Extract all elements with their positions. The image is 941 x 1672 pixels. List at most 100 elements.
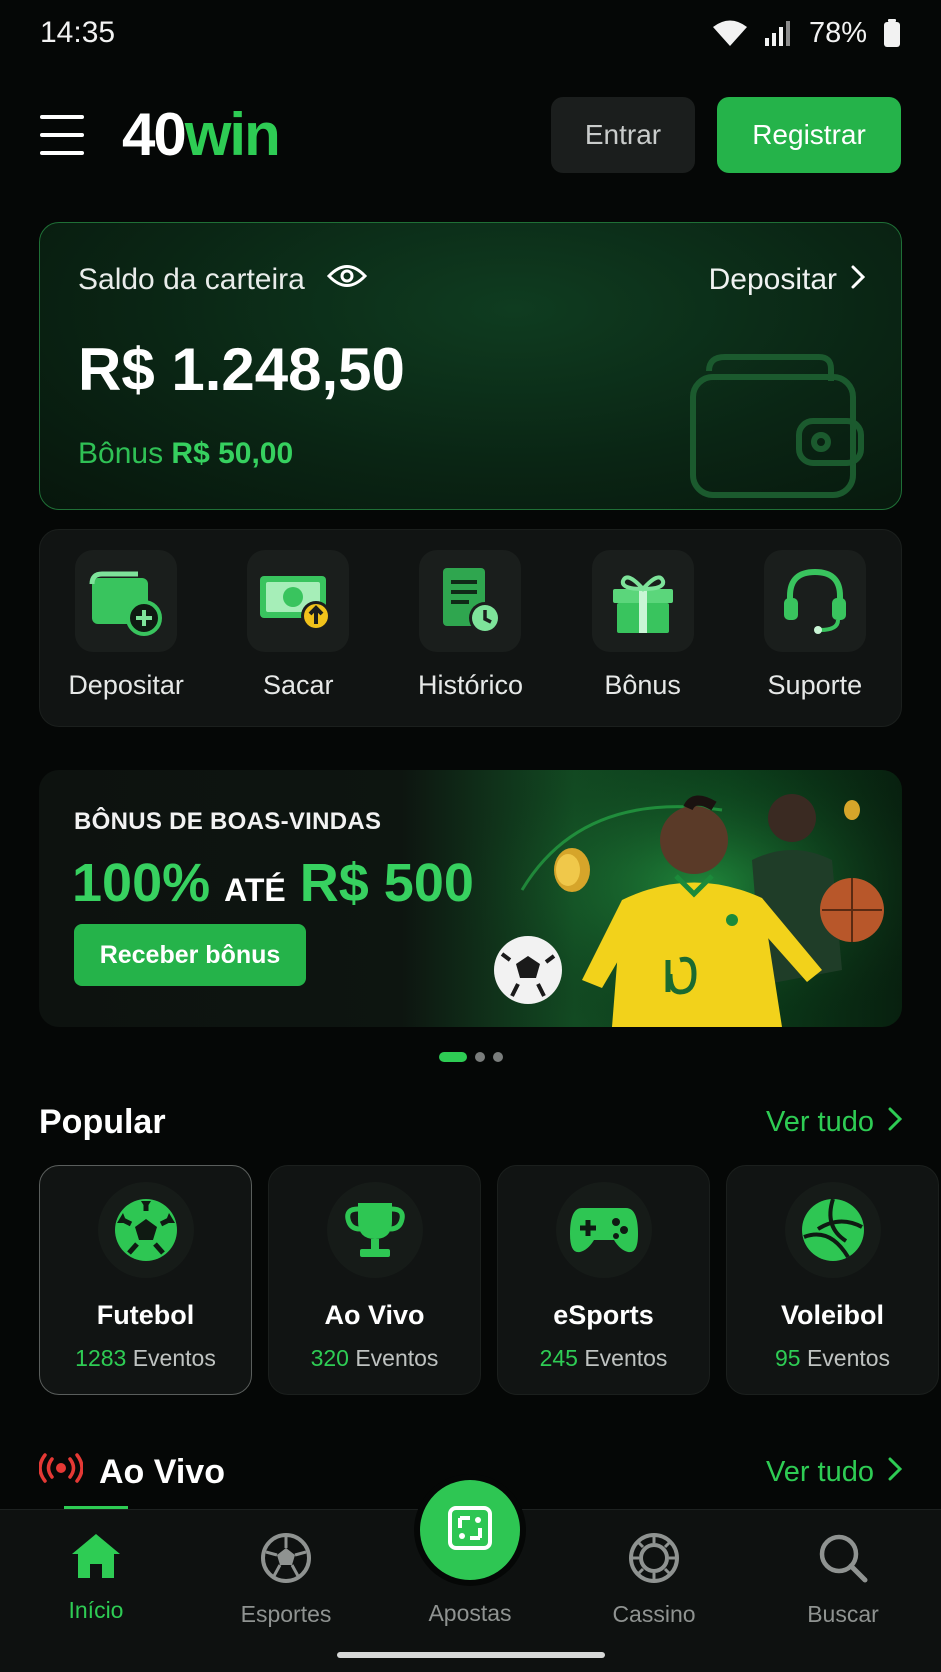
nav-home-label: Início — [68, 1597, 124, 1623]
chevron-right-icon — [888, 1106, 903, 1139]
claim-bonus-button[interactable]: Receber bônus — [74, 924, 306, 986]
cash-withdraw-icon — [247, 550, 350, 652]
soccer-ball-icon — [260, 1532, 312, 1589]
sport-card-voleibol[interactable]: Voleibol 95 Eventos — [726, 1165, 939, 1395]
battery-level: 78% — [808, 16, 867, 49]
nav-bets-button[interactable] — [420, 1480, 520, 1580]
popular-see-all-label: Ver tudo — [765, 1105, 874, 1138]
action-history[interactable]: Histórico — [390, 550, 550, 701]
register-button[interactable]: Registrar — [717, 97, 901, 173]
promo-athletes-image — [462, 770, 902, 1027]
trophy-icon — [326, 1182, 423, 1278]
wallet-watermark-icon — [679, 351, 869, 506]
home-indicator — [337, 1652, 605, 1658]
action-withdraw-label: Sacar — [263, 670, 334, 700]
nav-search-label: Buscar — [807, 1601, 879, 1627]
popular-header: Popular Ver tudo — [39, 1100, 903, 1144]
sport-card-esports[interactable]: eSports 245 Eventos — [497, 1165, 710, 1395]
action-withdraw[interactable]: Sacar — [218, 550, 378, 701]
wallet-deposit-link[interactable]: Depositar — [708, 263, 866, 297]
logo-word: win — [184, 101, 281, 168]
promo-percent: 100% — [72, 853, 211, 913]
wallet-balance: R$ 1.248,50 — [78, 336, 405, 403]
sport-name: Voleibol — [780, 1300, 884, 1330]
promo-ate: ATÉ — [224, 872, 286, 908]
sport-card-ao-vivo[interactable]: Ao Vivo 320 Eventos — [268, 1165, 481, 1395]
nav-search[interactable]: Buscar — [778, 1532, 908, 1628]
status-bar: 14:35 78% — [0, 0, 941, 66]
action-support-label: Suporte — [767, 670, 863, 700]
eye-icon[interactable] — [326, 263, 367, 297]
wallet-bonus-value: R$ 50,00 — [171, 437, 294, 470]
nav-bets-label: Apostas — [428, 1600, 512, 1626]
action-bonus-label: Bônus — [604, 670, 681, 700]
action-bonus[interactable]: Bônus — [563, 550, 723, 701]
promo-banner[interactable]: BÔNUS DE BOAS-VINDAS 100% ATÉ R$ 500 Rec… — [39, 770, 902, 1027]
wallet-card: Saldo da carteira Depositar R$ 1.248,50 … — [39, 222, 902, 510]
status-time: 14:35 — [40, 16, 116, 49]
nav-casino-label: Cassino — [612, 1601, 696, 1627]
action-history-label: Histórico — [417, 670, 523, 700]
chevron-right-icon — [851, 263, 866, 297]
sport-card-futebol[interactable]: Futebol 1283 Eventos — [39, 1165, 252, 1395]
carousel-dot-1[interactable] — [438, 1052, 467, 1062]
headset-icon — [763, 550, 866, 652]
popular-see-all-link[interactable]: Ver tudo — [765, 1105, 903, 1139]
carousel-dot-3[interactable] — [492, 1052, 503, 1062]
wallet-deposit-label: Depositar — [708, 263, 837, 296]
sport-events-count: 320 Eventos — [310, 1345, 439, 1371]
live-see-all-label: Ver tudo — [765, 1455, 874, 1488]
promo-kicker: BÔNUS DE BOAS-VINDAS — [74, 808, 382, 835]
wallet-plus-icon — [75, 550, 178, 652]
live-title-row: Ao Vivo — [38, 1452, 225, 1492]
live-title: Ao Vivo — [99, 1452, 225, 1491]
gamepad-icon — [555, 1182, 652, 1278]
history-icon — [419, 550, 522, 652]
wallet-bonus: Bônus R$ 50,00 — [78, 437, 293, 471]
promo-headline: 100% ATÉ R$ 500 — [72, 852, 474, 914]
logo-number: 40 — [122, 101, 187, 168]
app-header: 40 win Entrar Registrar — [40, 96, 901, 174]
nav-sports[interactable]: Esportes — [221, 1532, 351, 1628]
search-icon — [817, 1532, 869, 1589]
sport-name: Futebol — [96, 1300, 195, 1330]
nav-sports-label: Esportes — [240, 1601, 332, 1627]
nav-casino[interactable]: Cassino — [589, 1532, 719, 1628]
bottom-navigation: Início Esportes Apostas Cassino Buscar — [0, 1480, 941, 1672]
carousel-dots — [0, 1052, 941, 1062]
wallet-label: Saldo da carteira — [78, 263, 305, 296]
chevron-right-icon — [888, 1456, 903, 1489]
sport-events-count: 1283 Eventos — [75, 1345, 216, 1371]
home-icon — [70, 1532, 122, 1585]
wallet-bonus-label: Bônus — [78, 437, 164, 470]
hamburger-menu-icon[interactable] — [40, 115, 84, 155]
action-support[interactable]: Suporte — [735, 550, 895, 701]
sport-name: Ao Vivo — [324, 1300, 425, 1330]
action-deposit-label: Depositar — [68, 670, 184, 700]
login-button[interactable]: Entrar — [551, 97, 695, 173]
status-icons: 78% — [712, 16, 901, 50]
wallet-label-row: Saldo da carteira — [78, 263, 367, 297]
action-deposit[interactable]: Depositar — [46, 550, 206, 701]
gift-icon — [591, 550, 694, 652]
brand-logo[interactable]: 40 win — [122, 101, 281, 168]
promo-amount: R$ 500 — [299, 853, 474, 913]
carousel-dot-2[interactable] — [474, 1052, 485, 1062]
wifi-icon — [712, 20, 747, 46]
quick-actions: Depositar Sacar Histórico Bônus Suporte — [39, 529, 902, 727]
battery-icon — [883, 19, 901, 47]
nav-home[interactable]: Início — [31, 1532, 161, 1624]
sport-events-count: 95 Eventos — [774, 1345, 891, 1371]
volleyball-icon — [784, 1182, 881, 1278]
casino-chip-icon — [628, 1532, 680, 1589]
signal-icon — [763, 20, 793, 46]
soccer-ball-icon — [97, 1182, 194, 1278]
popular-list: Futebol 1283 Eventos Ao Vivo 320 Eventos… — [39, 1165, 941, 1395]
popular-title: Popular — [39, 1102, 166, 1141]
live-tab-underline — [64, 1506, 128, 1509]
sport-events-count: 245 Eventos — [539, 1345, 668, 1371]
sport-name: eSports — [553, 1300, 654, 1330]
live-see-all-link[interactable]: Ver tudo — [765, 1455, 903, 1489]
live-broadcast-icon — [38, 1452, 84, 1492]
bet-slip-icon — [446, 1504, 494, 1557]
